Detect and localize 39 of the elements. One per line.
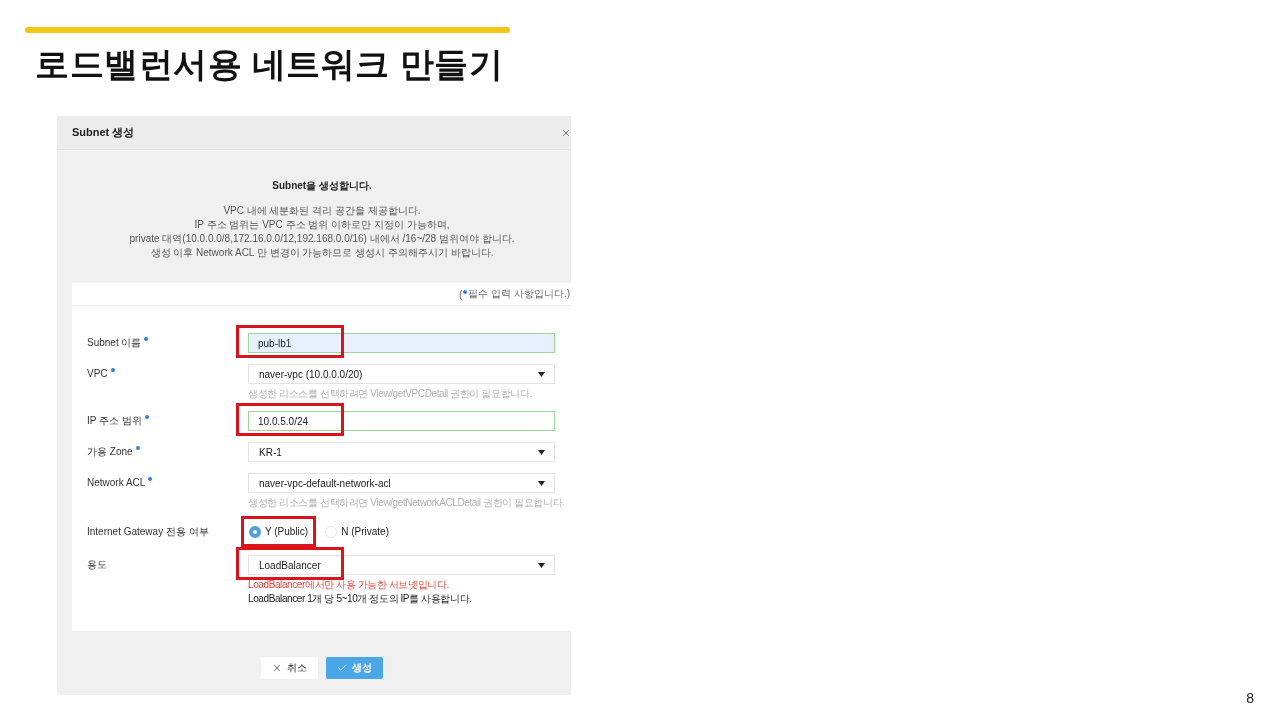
select-field[interactable]: LoadBalancer [248, 555, 555, 575]
field-label: Internet Gateway 전용 여부 [87, 525, 209, 539]
intro-text: 생성 이후 Network ACL 만 변경이 가능하므로 생성시 주의해주시기 바랍니다. [150, 246, 494, 260]
text-input[interactable]: 10.0.5.0/24 [248, 411, 555, 431]
intro-text: VPC 내에 세분화된 격리 공간을 제공합니다. [223, 204, 421, 218]
check-icon [337, 662, 347, 673]
hint-text: LoadBalancer 1개 당 5~10개 정도의 IP를 사용합니다. [248, 593, 472, 605]
x-icon [272, 662, 282, 673]
radio-label[interactable]: Y (Public) [265, 525, 309, 539]
close-icon[interactable] [561, 127, 571, 138]
field-label: Subnet 이름 [87, 336, 142, 350]
caret-icon [538, 480, 545, 486]
select-field[interactable]: KR-1 [248, 442, 555, 462]
field-label: Network ACL [87, 476, 146, 490]
dialog-title: Subnet 생성 [72, 125, 135, 140]
hint-text: 생성한 리소스를 선택하려면 View/getNetworkACLDetail 권한이 필요합니다. [248, 497, 565, 509]
intro-heading: Subnet을 생성합니다. [272, 179, 372, 193]
select-field[interactable]: naver-vpc (10.0.0.0/20) [248, 364, 555, 384]
caret-icon [538, 449, 545, 455]
intro-text: private 대역(10.0.0.0/8,172.16.0.0/12,192.168.0.0/16) 내에서 /16~/28 범위여야 합니다. [129, 232, 515, 246]
required-dot-icon [463, 290, 468, 294]
slide-title: 로드밸런서용 네트워크 만들기 [35, 44, 504, 85]
warning-text: LoadBalancer에서만 사용 가능한 서브넷입니다. [248, 579, 449, 591]
required-note: 필수 입력 사항입니다.) [468, 287, 570, 301]
hint-text: 생성한 리소스를 선택하려면 View/getVPCDetail 권한이 필요합니다. [248, 388, 532, 400]
text-input[interactable]: pub-lb1 [248, 333, 555, 353]
intro-text: IP 주소 범위는 VPC 주소 범위 이하로만 지정이 가능하며, [194, 218, 450, 232]
field-label: IP 주소 범위 [87, 414, 142, 428]
caret-icon [538, 371, 545, 377]
field-label: VPC [87, 367, 108, 381]
field-label: 가용 Zone [87, 445, 133, 459]
select-field[interactable]: naver-vpc-default-network-acl [248, 473, 555, 493]
radio-button[interactable] [249, 526, 261, 538]
radio-label[interactable]: N (Private) [341, 525, 389, 539]
field-label: 용도 [87, 558, 107, 572]
page-number: 8 [1246, 690, 1254, 706]
required-note: ( [459, 288, 463, 300]
cancel-button[interactable]: 취소 [261, 656, 318, 679]
caret-icon [538, 562, 545, 568]
